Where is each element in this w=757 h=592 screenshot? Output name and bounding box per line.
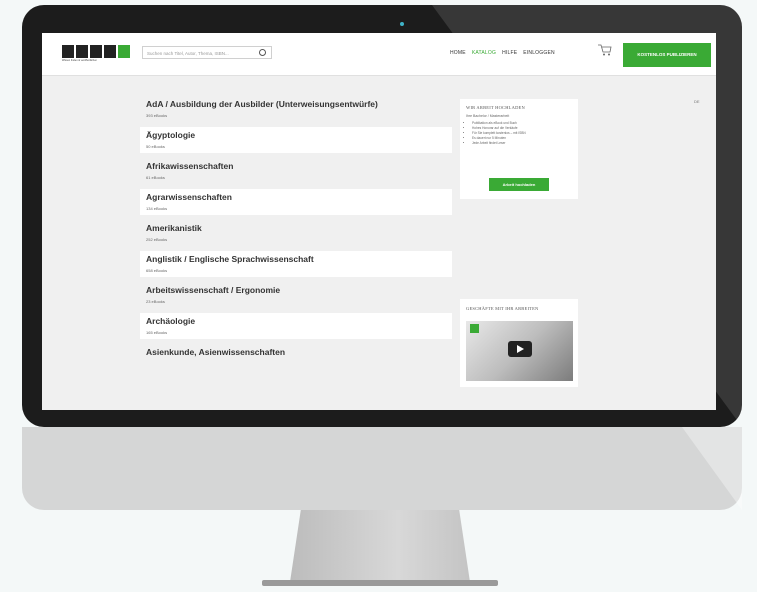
category-title: Ägyptologie xyxy=(146,130,196,140)
category-item[interactable]: Arbeitswissenschaft / Ergonomie 23 eBooks xyxy=(140,282,452,308)
category-item[interactable]: Anglistik / Englische Sprachwissenschaft… xyxy=(140,251,452,277)
category-title: AdA / Ausbildung der Ausbilder (Unterwei… xyxy=(146,99,378,109)
promo-bullets: Publikation als eBook und Buch Hohes Hon… xyxy=(460,121,578,146)
upload-button[interactable]: Arbeit hochladen xyxy=(489,178,549,191)
category-title: Archäologie xyxy=(146,316,196,326)
category-title: Afrikawissenschaften xyxy=(146,161,234,171)
video-thumbnail[interactable] xyxy=(466,321,573,381)
category-item[interactable]: Amerikanistik 252 eBooks xyxy=(140,220,452,246)
category-count: 61 eBooks xyxy=(146,175,165,180)
site-header: Wissen finden & veröffentlichen Suchen n… xyxy=(42,33,716,76)
logo-subtitle: Wissen finden & veröffentlichen xyxy=(62,59,97,62)
category-count: 50 eBooks xyxy=(146,144,165,149)
monitor-stand xyxy=(290,510,470,582)
promo-heading: WIR ARBEIT HOCHLADEN xyxy=(466,105,525,110)
category-item[interactable]: Ägyptologie 50 eBooks xyxy=(140,127,452,153)
site-logo[interactable] xyxy=(62,45,130,58)
publish-button[interactable]: KOSTENLOS PUBLIZIEREN xyxy=(623,43,711,67)
monitor-chin xyxy=(22,427,742,510)
play-icon[interactable] xyxy=(508,341,532,357)
category-count: 165 eBooks xyxy=(146,330,168,335)
search-input[interactable]: Suchen nach Titel, Autor, Thema, ISBN... xyxy=(142,46,272,59)
category-count: 252 eBooks xyxy=(146,237,168,242)
category-count: 393 eBooks xyxy=(146,113,168,118)
camera-icon xyxy=(400,22,404,26)
search-icon[interactable] xyxy=(259,49,266,56)
website-screen: Wissen finden & veröffentlichen Suchen n… xyxy=(42,33,716,410)
category-count: 658 eBooks xyxy=(146,268,168,273)
video-promo-box: GESCHÄFTE MIT IHR ARBEITEN xyxy=(460,299,578,387)
upload-promo-box: WIR ARBEIT HOCHLADEN Ihre Bachelor / Mas… xyxy=(460,99,578,199)
category-title: Anglistik / Englische Sprachwissenschaft xyxy=(146,254,314,264)
category-list: AdA / Ausbildung der Ausbilder (Unterwei… xyxy=(140,96,452,375)
category-title: Arbeitswissenschaft / Ergonomie xyxy=(146,285,281,295)
nav-katalog[interactable]: KATALOG xyxy=(472,50,496,56)
category-title: Amerikanistik xyxy=(146,223,202,233)
category-item[interactable]: Agrarwissenschaften 134 eBooks xyxy=(140,189,452,215)
category-item[interactable]: Afrikawissenschaften 61 eBooks xyxy=(140,158,452,184)
category-item[interactable]: AdA / Ausbildung der Ausbilder (Unterwei… xyxy=(140,96,452,122)
category-title: Asienkunde, Asienwissenschaften xyxy=(146,347,286,357)
video-heading: GESCHÄFTE MIT IHR ARBEITEN xyxy=(466,306,539,311)
language-switch[interactable]: DE xyxy=(694,99,700,104)
main-nav: HOME KATALOG HILFE EINLOGGEN xyxy=(450,50,555,56)
cart-icon[interactable] xyxy=(598,44,612,56)
nav-home[interactable]: HOME xyxy=(450,50,466,56)
category-item[interactable]: Archäologie 165 eBooks xyxy=(140,313,452,339)
brand-badge-icon xyxy=(470,324,479,333)
promo-bullet: Jede Arbeit findet Leser xyxy=(472,141,572,146)
category-count: 134 eBooks xyxy=(146,206,168,211)
category-title: Agrarwissenschaften xyxy=(146,192,232,202)
category-item[interactable]: Asienkunde, Asienwissenschaften xyxy=(140,344,452,370)
monitor-stand-base xyxy=(262,580,498,586)
promo-text: Ihre Bachelor / Masterarbeit xyxy=(466,114,510,118)
category-count: 23 eBooks xyxy=(146,299,165,304)
nav-einloggen[interactable]: EINLOGGEN xyxy=(523,50,555,56)
nav-hilfe[interactable]: HILFE xyxy=(502,50,517,56)
